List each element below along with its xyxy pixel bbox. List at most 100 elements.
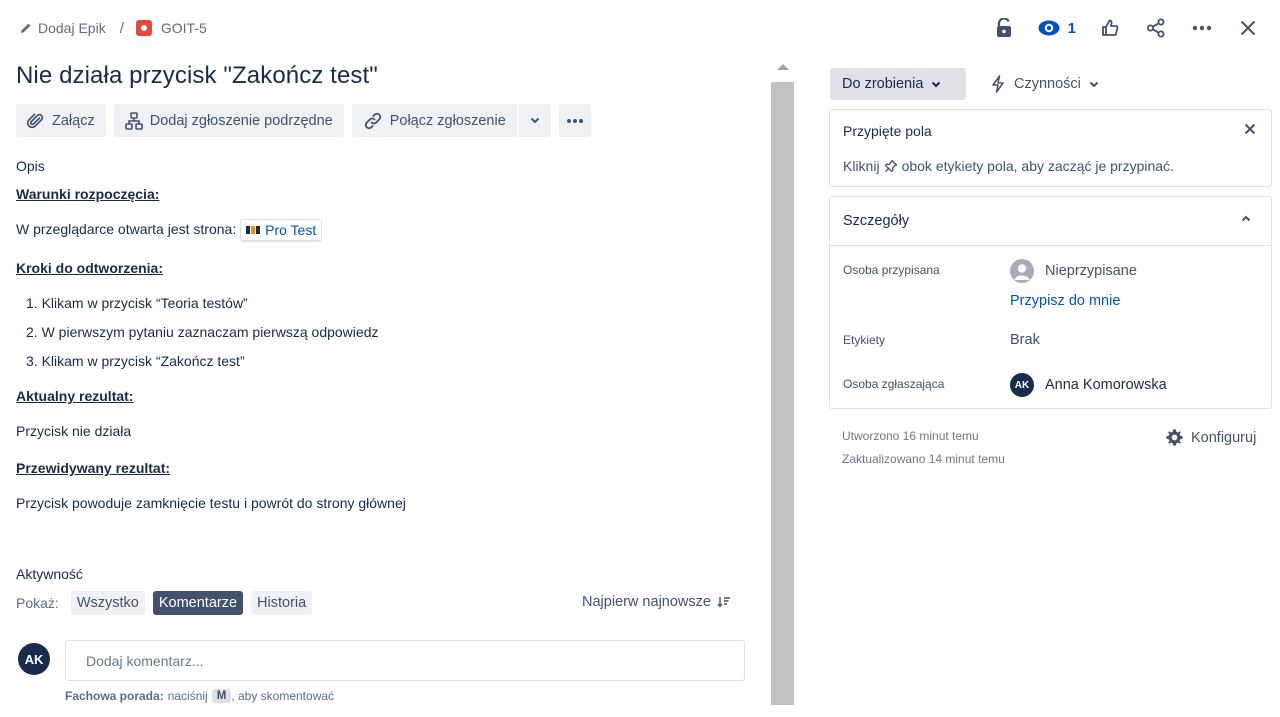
list-item: 1. Klikam w przycisk “Teoria testów” (26, 295, 248, 312)
actions-label: Czynności (1014, 76, 1081, 92)
labels-value[interactable]: Brak (1010, 332, 1040, 348)
tip-suffix: , aby skomentować (231, 689, 335, 703)
share-button[interactable] (1140, 12, 1172, 44)
hierarchy-icon (124, 111, 143, 130)
scroll-up-arrow-icon[interactable] (777, 64, 789, 70)
created-timestamp: Utworzono 16 minut temu (842, 429, 979, 443)
pin-icon (884, 159, 898, 173)
assignee-value: Nieprzypisane (1045, 263, 1137, 279)
list-item: 3. Klikam w przycisk “Zakończ test” (26, 353, 245, 370)
watch-count: 1 (1067, 19, 1076, 37)
actions-dropdown[interactable]: Czynności (990, 70, 1099, 98)
comment-input[interactable]: Dodaj komentarz... (65, 640, 745, 681)
assign-to-me-link[interactable]: Przypisz do mnie (1010, 293, 1120, 309)
more-icon (1192, 25, 1212, 31)
link-issue-dropdown-button[interactable] (518, 104, 551, 137)
smart-link-label: Pro Test (265, 222, 317, 239)
attach-label: Załącz (52, 112, 95, 129)
status-label: Do zrobienia (842, 76, 924, 92)
activity-filter: Pokaż: Wszystko Komentarze Historia (16, 591, 313, 615)
more-icon (566, 118, 584, 124)
pinned-close-button[interactable] (1244, 123, 1256, 135)
assignee-field[interactable]: Nieprzypisane (1010, 259, 1137, 283)
chevron-down-icon (931, 81, 941, 88)
labels-label: Etykiety (843, 333, 886, 347)
breadcrumb-issue[interactable]: GOIT-5 (135, 20, 207, 36)
add-child-issue-button[interactable]: Dodaj zgłoszenie podrzędne (113, 104, 344, 137)
sort-label: Najpierw najnowsze (582, 594, 711, 610)
configure-label: Konfiguruj (1191, 429, 1257, 446)
activity-title: Aktywność (16, 566, 83, 582)
smart-link[interactable]: Pro Test (240, 219, 323, 242)
issue-toolbar: Załącz Dodaj zgłoszenie podrzędne Połącz… (16, 104, 591, 137)
divider (830, 245, 1271, 246)
breadcrumb-separator: / (119, 19, 124, 37)
description-label: Opis (16, 158, 45, 174)
filter-history-button[interactable]: Historia (251, 591, 313, 615)
pinned-fields-title: Przypięte pola (843, 123, 932, 139)
breadcrumb: Dodaj Epik / GOIT-5 (20, 17, 207, 39)
details-card: Szczegóły Osoba przypisana Nieprzypisane… (829, 196, 1272, 409)
scrollbar-thumb[interactable] (771, 82, 794, 705)
more-actions-button[interactable] (1186, 12, 1218, 44)
link-issue-label: Połącz zgłoszenie (389, 112, 506, 129)
share-icon (1146, 18, 1166, 38)
filter-comments-button[interactable]: Komentarze (152, 591, 244, 615)
close-button[interactable] (1232, 12, 1264, 44)
preconditions-text: W przeglądarce otwarta jest strona: Pro … (16, 219, 756, 242)
vote-button[interactable] (1094, 12, 1126, 44)
link-issue-button[interactable]: Połącz zgłoszenie (351, 104, 517, 137)
sort-icon (717, 596, 731, 608)
breadcrumb-epic-label: Dodaj Epik (38, 20, 106, 36)
tip-prefix: Fachowa porada: (65, 689, 164, 703)
filter-all-button[interactable]: Wszystko (70, 591, 145, 615)
assignee-label: Osoba przypisana (843, 263, 940, 277)
avatar: AK (1010, 373, 1034, 397)
reporter-field[interactable]: AK Anna Komorowska (1010, 373, 1167, 397)
avatar: AK (18, 643, 50, 675)
reporter-label: Osoba zgłaszająca (843, 377, 945, 391)
steps-heading: Kroki do odtworzenia: (16, 260, 163, 277)
pinned-fields-card: Przypięte pola Kliknij obok etykiety pol… (829, 109, 1272, 187)
toolbar-more-button[interactable] (558, 104, 591, 137)
lock-button[interactable] (988, 12, 1020, 44)
eye-icon (1038, 20, 1060, 36)
watch-button[interactable]: 1 (1034, 12, 1080, 44)
steps-list: 1. Klikam w przycisk “Teoria testów” 2. … (26, 293, 756, 371)
chevron-up-icon (1241, 215, 1251, 222)
actual-result-text: Przycisk nie działa (16, 423, 132, 440)
collapse-button[interactable] (1241, 215, 1251, 222)
expected-result-heading: Przewidywany rezultat: (16, 460, 171, 477)
list-item: 2. W pierwszym pytaniu zaznaczam pierwsz… (26, 324, 379, 341)
tip-mid: naciśnij (167, 689, 208, 703)
gear-icon (1165, 428, 1184, 447)
pro-tip: Fachowa porada: naciśnij M , aby skoment… (65, 689, 334, 703)
breadcrumb-epic[interactable]: Dodaj Epik (20, 20, 106, 36)
tip-key: M (211, 689, 232, 703)
issue-key: GOIT-5 (160, 20, 207, 36)
close-icon (1244, 123, 1256, 135)
sort-button[interactable]: Najpierw najnowsze (582, 594, 731, 610)
status-dropdown[interactable]: Do zrobienia (830, 68, 966, 100)
preconditions-heading: Warunki rozpoczęcia: (16, 186, 160, 202)
thumbs-up-icon (1101, 19, 1119, 37)
configure-button[interactable]: Konfiguruj (1165, 428, 1256, 447)
lightning-icon (990, 75, 1006, 93)
pencil-icon (20, 22, 32, 34)
lock-icon (996, 18, 1012, 38)
paperclip-icon (27, 112, 45, 130)
issue-top-actions: 1 (974, 12, 1264, 44)
updated-timestamp: Zaktualizowano 14 minut temu (842, 452, 1005, 466)
favicon-icon (246, 226, 261, 235)
attach-button[interactable]: Załącz (16, 104, 106, 137)
reporter-name: Anna Komorowska (1045, 377, 1167, 393)
bug-icon (135, 20, 152, 36)
description[interactable]: Opis Warunki rozpoczęcia: W przeglądarce… (16, 156, 756, 530)
chevron-down-icon (1089, 81, 1099, 88)
unassigned-avatar-icon (1010, 259, 1034, 283)
details-title[interactable]: Szczegóły (843, 213, 909, 229)
link-issue-split-button: Połącz zgłoszenie (351, 104, 551, 137)
pinned-hint-after: obok etykiety pola, aby zacząć je przypi… (901, 158, 1174, 174)
issue-title[interactable]: Nie działa przycisk "Zakończ test" (16, 62, 378, 90)
show-label: Pokaż: (16, 595, 59, 611)
